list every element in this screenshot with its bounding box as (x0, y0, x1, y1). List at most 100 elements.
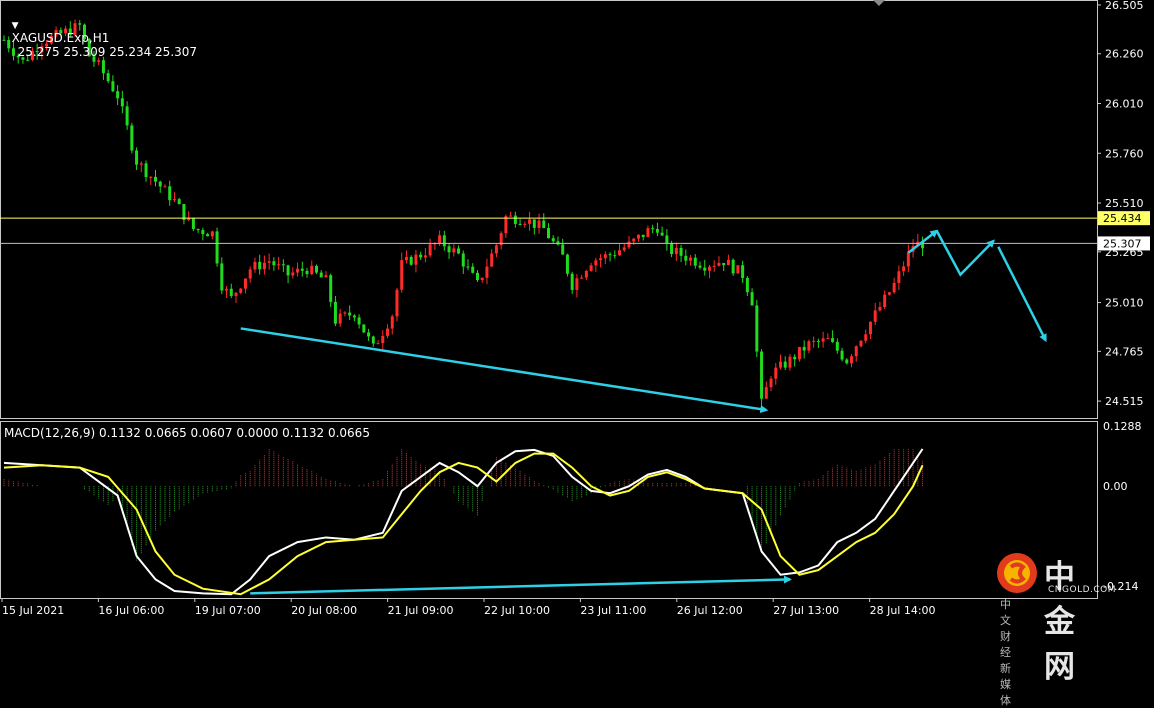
candle-body (409, 256, 413, 265)
candle-body (300, 268, 304, 271)
time-tick-label: 16 Jul 06:00 (98, 604, 164, 617)
candle-body (665, 235, 669, 244)
candle-body (788, 356, 792, 368)
candle-body (239, 288, 243, 293)
time-tick-label: 21 Jul 09:00 (388, 604, 454, 617)
candle-body (651, 228, 655, 230)
candle-body (755, 305, 759, 352)
candle-body (333, 301, 337, 324)
candle-body (802, 346, 806, 351)
price-tick-label: 25.760 (1105, 147, 1144, 160)
candle-body (243, 278, 247, 289)
candle-body (452, 248, 456, 253)
candle-body (395, 289, 399, 317)
candle-body (897, 271, 901, 284)
candle-body (613, 255, 617, 257)
dropdown-icon[interactable]: ▼ (12, 21, 19, 31)
price-trendline (240, 327, 769, 414)
candle-body (457, 248, 461, 254)
candle-body (892, 283, 896, 293)
candle-body (130, 125, 134, 151)
candle-body (135, 150, 139, 165)
candle-body (447, 246, 451, 253)
axes: 26.50526.26026.01025.76025.51025.26525.0… (1, 0, 1150, 617)
resistance-price-label: 25.434 (1103, 212, 1142, 225)
candle-body (636, 234, 640, 239)
candle-body (821, 338, 825, 342)
candle-body (859, 340, 863, 347)
candle-body (646, 228, 650, 237)
candle-body (125, 106, 129, 126)
candle-body (670, 243, 674, 255)
candle-body (26, 59, 30, 61)
candle-body (561, 244, 565, 255)
candle-body (760, 351, 764, 399)
watermark-en: CNGOLD.COM (1048, 585, 1117, 595)
candle-body (182, 204, 186, 220)
candle-body (196, 228, 200, 231)
candle-body (400, 260, 404, 290)
candle-body (783, 361, 787, 368)
candle-body (883, 294, 887, 308)
candle-body (286, 265, 290, 276)
time-tick-label: 22 Jul 10:00 (484, 604, 550, 617)
candle-body (386, 328, 390, 336)
price-tick-label: 24.515 (1105, 395, 1144, 408)
macd-panel-border (0, 421, 1098, 599)
price-tick-label: 26.505 (1105, 0, 1144, 12)
candle-body (97, 60, 101, 62)
candle-body (736, 265, 740, 274)
candle-body (177, 199, 181, 205)
candle-body (580, 277, 584, 279)
candle-body (414, 254, 418, 265)
candle-body (116, 91, 120, 99)
ohlc-values: 25.275 25.309 25.234 25.307 (17, 45, 198, 59)
symbol-label: XAGUSD.Exp,H1 (11, 31, 110, 45)
time-tick-label: 20 Jul 08:00 (291, 604, 357, 617)
candle-body (338, 313, 342, 324)
candle-body (537, 220, 541, 228)
main-panel-border (0, 0, 1098, 419)
candle-body (357, 317, 361, 325)
candle-body (608, 254, 612, 256)
time-tick-label: 19 Jul 07:00 (195, 604, 261, 617)
candle-body (106, 73, 110, 82)
candle-body (149, 176, 153, 178)
candle-body (163, 186, 167, 188)
candle-body (262, 262, 266, 270)
candle-body (698, 265, 702, 268)
time-tick-label: 27 Jul 13:00 (773, 604, 839, 617)
candle-body (722, 262, 726, 266)
candle-body (807, 341, 811, 351)
price-chart: 26.50526.26026.01025.76025.51025.26525.0… (0, 0, 1150, 617)
candle-body (707, 266, 711, 271)
time-tick-label: 28 Jul 14:00 (870, 604, 936, 617)
candle-body (769, 378, 773, 388)
candle-body (712, 265, 716, 267)
candle-body (490, 253, 494, 267)
candle-body (324, 275, 328, 278)
forecast-arrow (997, 246, 1047, 343)
candle-body (551, 238, 555, 242)
candle-body (367, 332, 371, 337)
price-tick-label: 24.765 (1105, 345, 1144, 358)
candle-body (348, 312, 352, 316)
candle-body (717, 262, 721, 266)
time-tick-label: 23 Jul 11:00 (580, 604, 646, 617)
candle-body (584, 270, 588, 278)
candle-body (362, 324, 366, 333)
candle-body (599, 258, 603, 261)
candle-body (253, 261, 257, 270)
candle-body (120, 98, 124, 107)
candle-body (835, 341, 839, 351)
trend-annotations (240, 229, 1047, 414)
candle-body (291, 272, 295, 276)
candle-body (201, 230, 205, 235)
candle-body (703, 267, 707, 271)
candle-body (111, 81, 115, 92)
candle-body (390, 316, 394, 329)
candle-body (902, 266, 906, 272)
candle-body (215, 231, 219, 264)
macd-panel (3, 448, 924, 596)
candle-body (542, 220, 546, 229)
